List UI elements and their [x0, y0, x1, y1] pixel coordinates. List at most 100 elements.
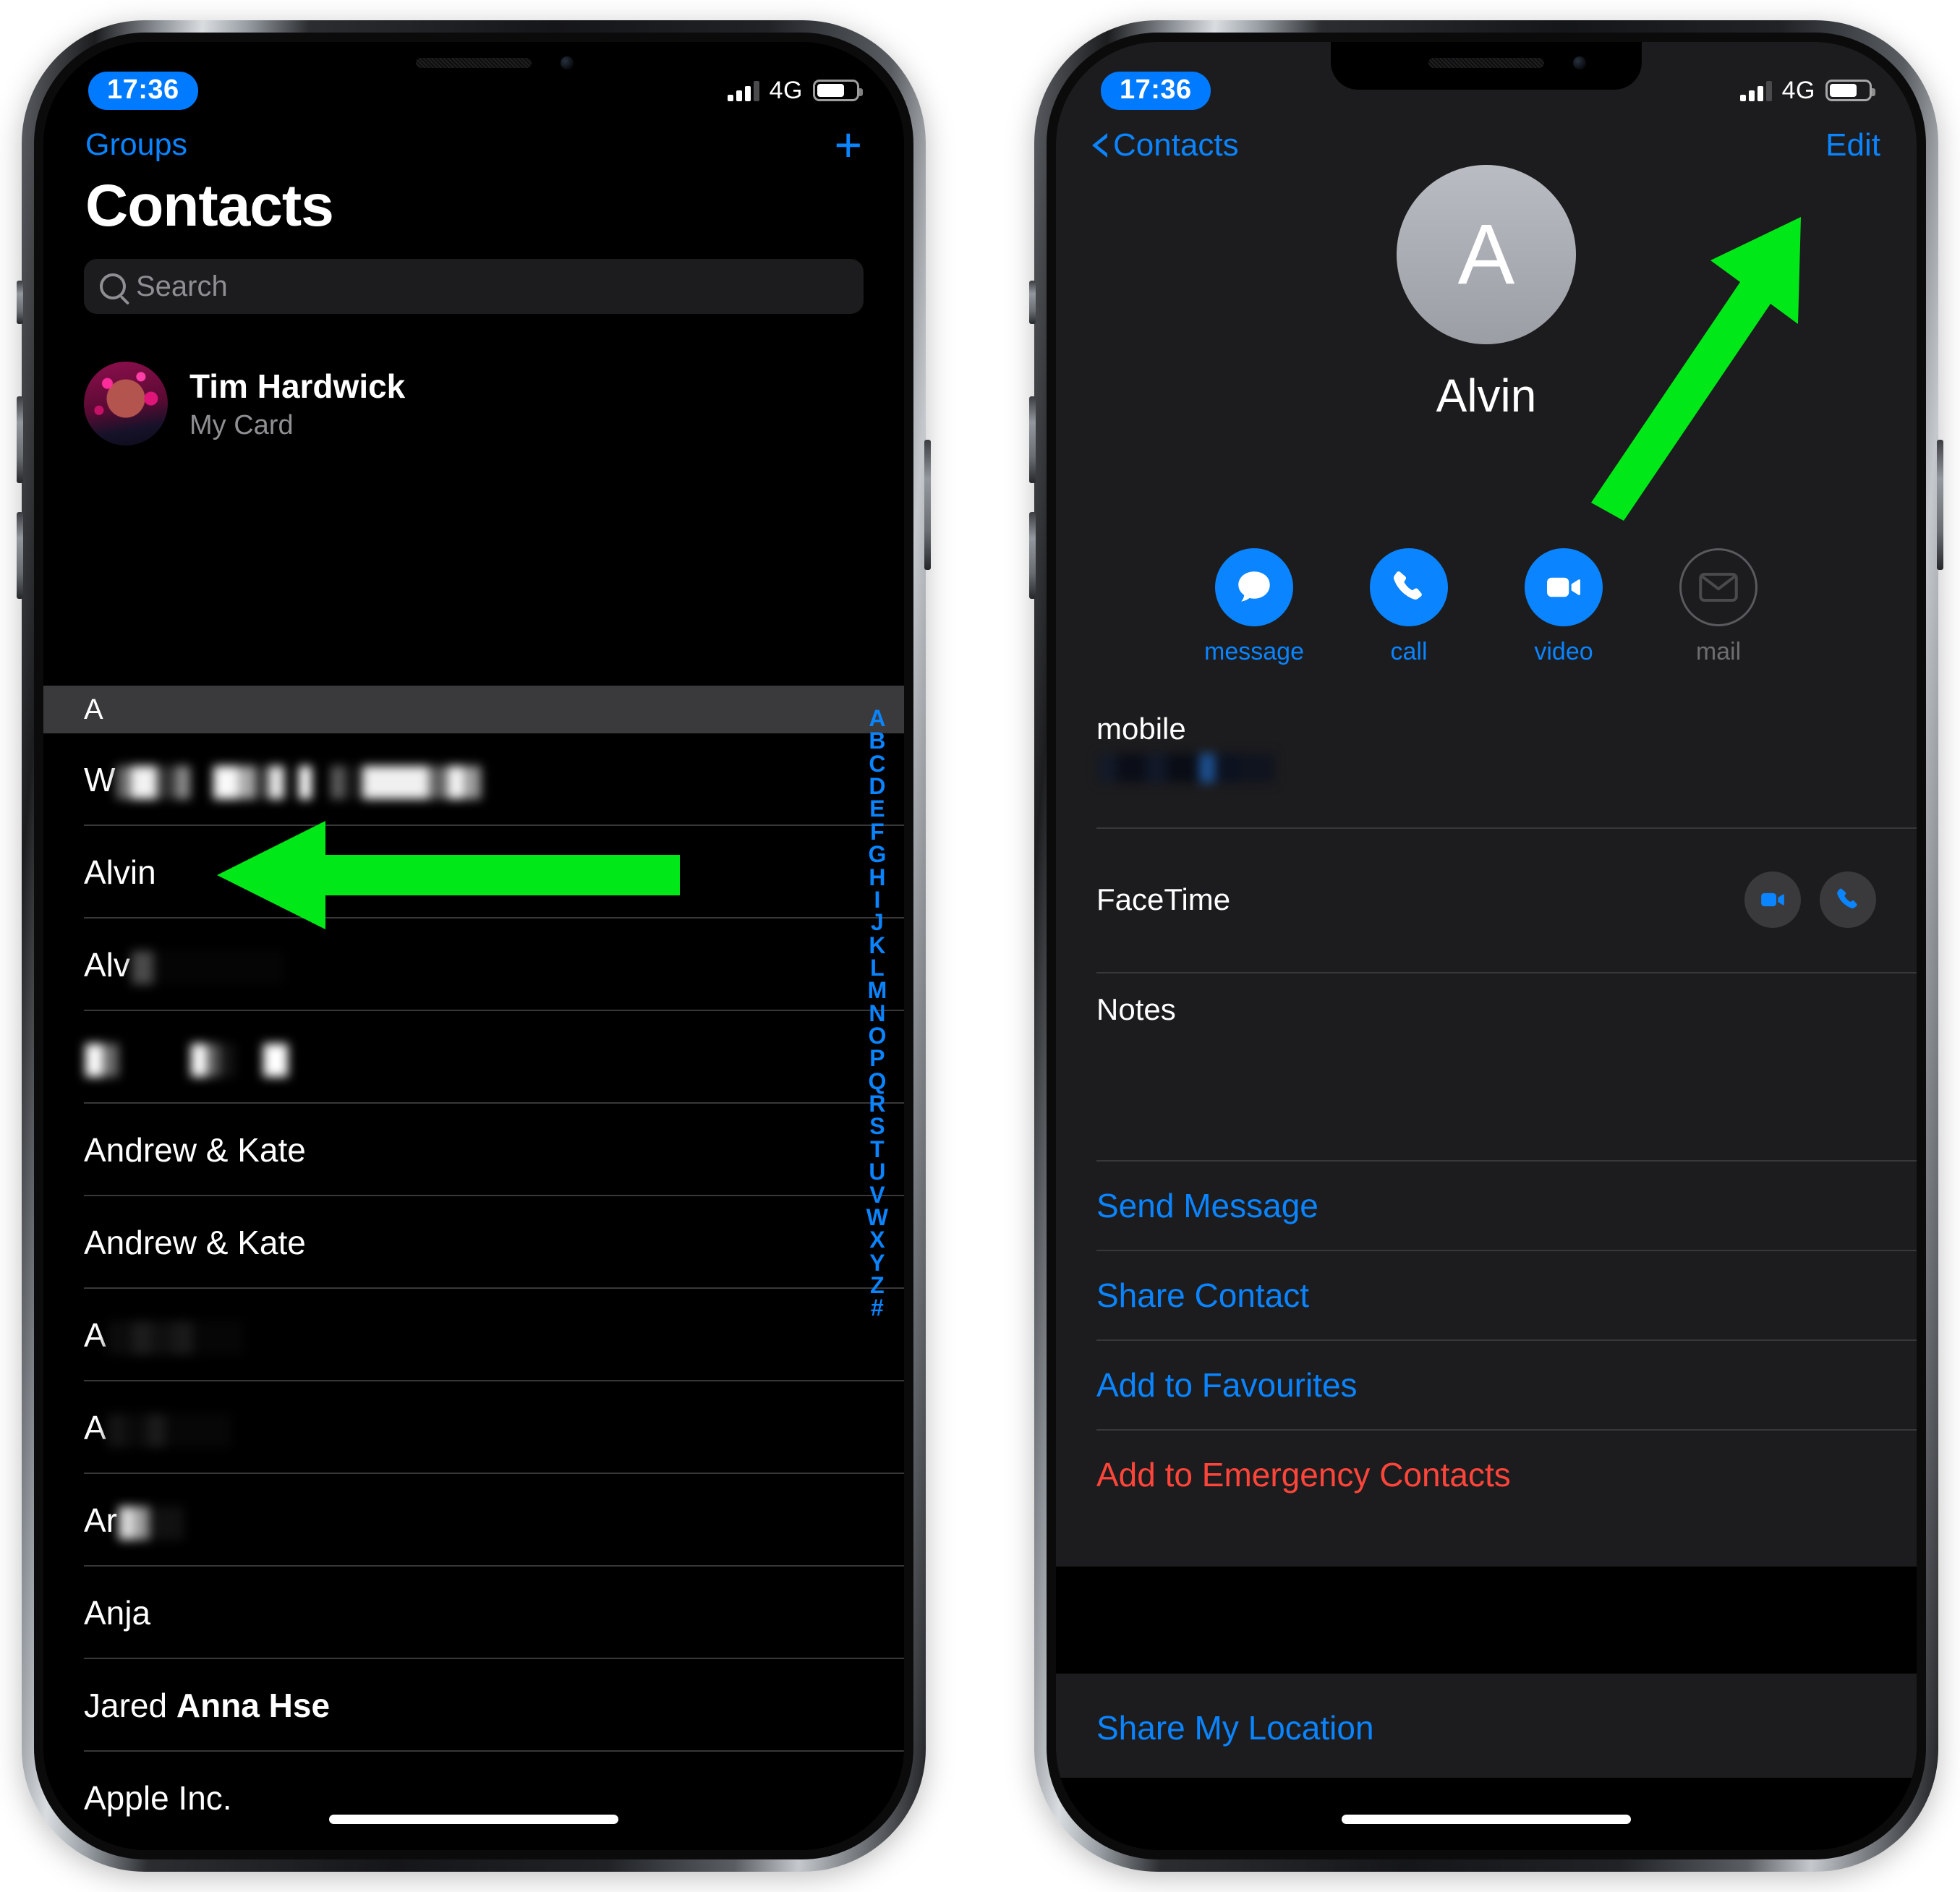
facetime-video-button[interactable]: [1744, 872, 1801, 928]
index-letter[interactable]: F: [870, 820, 885, 843]
index-letter[interactable]: #: [871, 1296, 884, 1319]
table-row[interactable]: Apple Inc.: [43, 1752, 904, 1844]
table-row[interactable]: A: [43, 1289, 904, 1381]
link-label: Share Contact: [1096, 1277, 1310, 1314]
left-nav-bar: Groups +: [43, 121, 904, 169]
index-letter[interactable]: X: [869, 1228, 885, 1251]
link-label: Send Message: [1096, 1187, 1318, 1224]
index-letter[interactable]: N: [869, 1001, 885, 1025]
action-label: call: [1390, 638, 1428, 665]
index-letter[interactable]: M: [868, 979, 887, 1002]
share-contact-button[interactable]: Share Contact: [1056, 1251, 1917, 1341]
add-to-emergency-contacts-button[interactable]: Add to Emergency Contacts: [1056, 1431, 1917, 1520]
share-my-location-button[interactable]: Share My Location: [1056, 1674, 1917, 1773]
table-row[interactable]: W: [43, 733, 904, 826]
quick-actions-row: message call video mail: [1056, 548, 1917, 666]
add-to-favourites-button[interactable]: Add to Favourites: [1056, 1341, 1917, 1431]
search-placeholder: Search: [136, 270, 228, 302]
search-input[interactable]: Search: [84, 259, 864, 314]
action-call[interactable]: call: [1358, 548, 1460, 666]
index-letter[interactable]: Z: [870, 1274, 885, 1297]
contact-name: Ar: [84, 1501, 117, 1539]
side-power-button[interactable]: [924, 440, 931, 570]
index-letter[interactable]: V: [869, 1182, 885, 1206]
action-video[interactable]: video: [1513, 548, 1614, 666]
index-letter[interactable]: H: [869, 865, 885, 889]
redacted-text: [131, 945, 284, 984]
phone-icon: [1370, 548, 1448, 626]
index-letter[interactable]: Q: [868, 1070, 886, 1093]
contact-avatar[interactable]: A: [1397, 165, 1576, 344]
field-notes[interactable]: Notes: [1056, 973, 1917, 1162]
index-letter[interactable]: T: [870, 1138, 885, 1161]
volume-down-button[interactable]: [17, 512, 23, 599]
edit-button[interactable]: Edit: [1825, 127, 1880, 163]
contact-info-card: mobile FaceTime Notes Send Message Share…: [1056, 693, 1917, 1520]
contact-name: Andrew & Kate: [84, 1131, 306, 1169]
field-mobile[interactable]: mobile: [1056, 693, 1917, 829]
index-letter[interactable]: R: [869, 1092, 885, 1115]
index-letter[interactable]: L: [870, 956, 885, 979]
phone-inner-bezel: 17:36 4G Groups + Contacts Search Tim Ha…: [34, 33, 913, 1859]
volume-up-button[interactable]: [17, 396, 23, 483]
side-power-button[interactable]: [1937, 440, 1943, 570]
volume-up-button[interactable]: [1029, 396, 1036, 483]
field-label: FaceTime: [1096, 882, 1231, 916]
action-label: message: [1204, 638, 1304, 665]
contacts-list: W Alvin Alv Andrew & Kate Andrew & Kate …: [43, 733, 904, 1844]
page-title: Contacts: [85, 173, 334, 239]
index-letter[interactable]: O: [868, 1024, 886, 1047]
index-letter[interactable]: D: [869, 775, 885, 798]
battery-icon: [813, 80, 863, 101]
index-letter[interactable]: K: [869, 933, 885, 957]
index-letter[interactable]: U: [869, 1160, 885, 1183]
action-message[interactable]: message: [1203, 548, 1305, 666]
my-card-subtitle: My Card: [189, 409, 294, 440]
mute-switch[interactable]: [1029, 281, 1036, 324]
table-row[interactable]: Alvin: [43, 826, 904, 919]
mute-switch[interactable]: [17, 281, 23, 324]
field-label: Notes: [1096, 992, 1176, 1026]
home-indicator[interactable]: [1342, 1815, 1631, 1824]
volume-down-button[interactable]: [1029, 512, 1036, 599]
index-letter[interactable]: J: [871, 911, 884, 934]
right-nav-bar: Contacts Edit: [1056, 127, 1917, 163]
home-indicator[interactable]: [329, 1815, 618, 1824]
table-row[interactable]: Jared Anna Hse: [43, 1659, 904, 1752]
index-letter[interactable]: B: [869, 729, 885, 752]
send-message-button[interactable]: Send Message: [1056, 1162, 1917, 1251]
groups-button[interactable]: Groups: [85, 127, 187, 163]
table-row[interactable]: Alv: [43, 919, 904, 1011]
table-row[interactable]: A: [43, 1381, 904, 1474]
message-bubble-icon: [1215, 548, 1293, 626]
index-letter[interactable]: Y: [869, 1250, 885, 1274]
cellular-signal-icon: [1739, 80, 1772, 101]
index-letter[interactable]: C: [869, 752, 885, 775]
index-letter[interactable]: W: [866, 1206, 888, 1229]
table-row[interactable]: Ar: [43, 1474, 904, 1567]
my-card-name: Tim Hardwick: [189, 367, 406, 405]
add-contact-icon[interactable]: +: [834, 121, 862, 169]
my-card-row[interactable]: Tim Hardwick My Card: [84, 349, 864, 458]
facetime-audio-button[interactable]: [1820, 872, 1876, 928]
table-row[interactable]: Anja: [43, 1567, 904, 1659]
contact-name: Anja: [84, 1594, 151, 1632]
status-time: 17:36: [1101, 71, 1211, 110]
index-letter[interactable]: E: [869, 797, 885, 820]
redacted-text: [107, 1316, 244, 1355]
contact-name: Anna Hse: [176, 1687, 331, 1724]
back-button[interactable]: Contacts: [1092, 127, 1239, 163]
alphabet-index-rail[interactable]: A B C D E F G H I J K L M N O P Q R S T …: [866, 707, 888, 1320]
section-header-a: A: [43, 686, 904, 733]
table-row[interactable]: Andrew & Kate: [43, 1104, 904, 1196]
index-letter[interactable]: S: [869, 1115, 885, 1138]
index-letter[interactable]: P: [869, 1047, 885, 1070]
table-row[interactable]: [43, 1011, 904, 1104]
search-icon: [100, 273, 126, 299]
index-letter[interactable]: G: [868, 843, 886, 866]
index-letter[interactable]: I: [874, 888, 880, 911]
index-letter[interactable]: A: [869, 707, 885, 730]
contact-name: A: [84, 1316, 106, 1354]
table-row[interactable]: Andrew & Kate: [43, 1196, 904, 1289]
field-facetime[interactable]: FaceTime: [1056, 829, 1917, 973]
